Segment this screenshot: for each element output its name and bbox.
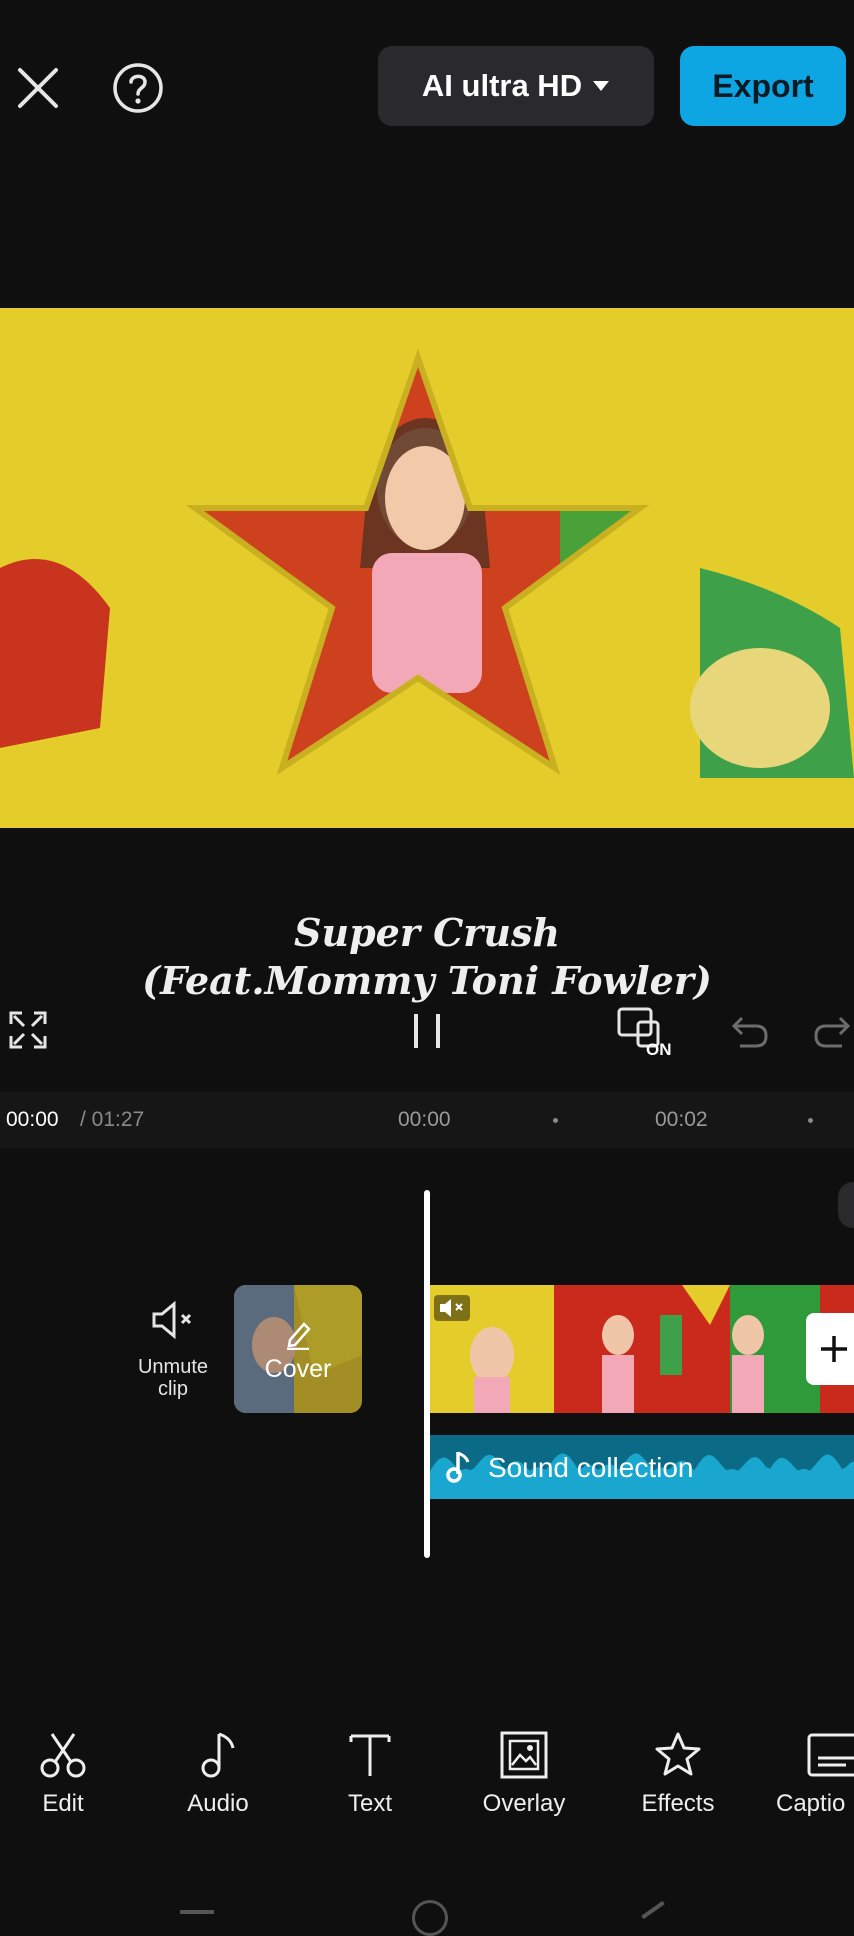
ruler-tick: 00:00 — [398, 1108, 451, 1131]
add-clip-button[interactable] — [806, 1313, 854, 1385]
star-effects-icon — [655, 1732, 701, 1776]
timeline-edge-handle[interactable] — [838, 1182, 854, 1228]
fullscreen-button[interactable] — [8, 1010, 54, 1056]
export-label: Export — [712, 67, 814, 104]
tool-overlay-label: Overlay — [482, 1790, 566, 1817]
preview-caption-subtitle: (Feat.Mommy Toni Fowler) — [142, 958, 712, 1003]
tool-captions-label: Captio — [776, 1790, 846, 1817]
current-time: 00:00 — [6, 1108, 59, 1131]
tool-audio[interactable]: Audio — [153, 1730, 283, 1818]
unmute-clip-label: Unmute clip — [128, 1356, 218, 1400]
help-icon — [113, 63, 163, 113]
tool-audio-label: Audio — [187, 1790, 249, 1817]
nav-back-icon[interactable] — [641, 1900, 665, 1920]
clip-frames — [430, 1285, 854, 1413]
preview-frame-image — [0, 308, 854, 828]
quality-label: AI ultra HD — [421, 68, 583, 103]
text-icon — [349, 1734, 391, 1776]
audio-track-label: Sound collection — [488, 1452, 694, 1483]
playhead[interactable] — [424, 1190, 430, 1558]
scissors-icon — [40, 1733, 86, 1778]
tool-text[interactable]: Text — [305, 1730, 435, 1818]
plus-icon — [821, 1336, 847, 1362]
tool-captions[interactable]: Captio — [766, 1730, 854, 1818]
undo-button[interactable] — [726, 1012, 770, 1052]
preview-on-toggle[interactable]: ON — [616, 1006, 676, 1062]
tool-text-label: Text — [347, 1790, 392, 1817]
unmute-label-line1: Unmute — [137, 1356, 209, 1378]
undo-icon — [731, 1016, 768, 1048]
cover-label: Cover — [264, 1355, 332, 1383]
export-button[interactable]: Export — [680, 46, 846, 126]
tool-edit[interactable]: Edit — [0, 1730, 128, 1818]
ruler-dot — [553, 1118, 558, 1123]
tool-effects[interactable]: Effects — [613, 1730, 743, 1818]
redo-button[interactable] — [812, 1012, 854, 1052]
system-nav-bar — [0, 1880, 854, 1936]
unmute-clip-button[interactable] — [150, 1300, 200, 1340]
video-preview[interactable] — [0, 308, 854, 828]
redo-icon — [814, 1016, 851, 1048]
tool-overlay[interactable]: Overlay — [459, 1730, 589, 1818]
caret-down-icon — [593, 81, 610, 91]
nav-recents-icon[interactable] — [180, 1910, 214, 1914]
tool-edit-label: Edit — [42, 1790, 84, 1817]
edit-cover-icon — [284, 1318, 312, 1351]
music-note-icon — [446, 1451, 470, 1483]
overlay-icon — [500, 1731, 548, 1779]
pause-button[interactable] — [408, 1010, 448, 1056]
ruler-dot — [808, 1118, 813, 1123]
quality-dropdown[interactable]: AI ultra HD — [378, 46, 654, 126]
close-button[interactable] — [8, 58, 68, 118]
unmute-label-line2: clip — [157, 1378, 188, 1400]
video-clip-track[interactable] — [430, 1285, 854, 1413]
captions-icon — [807, 1733, 854, 1777]
on-label: ON — [646, 1040, 672, 1059]
music-note-icon — [201, 1732, 235, 1778]
preview-caption-title: Super Crush — [294, 910, 560, 955]
close-icon — [18, 68, 58, 108]
total-duration: / 01:27 — [80, 1108, 145, 1131]
nav-home-icon[interactable] — [412, 1900, 448, 1936]
ruler-tick: 00:02 — [655, 1108, 708, 1131]
fullscreen-icon — [9, 1011, 47, 1049]
tool-effects-label: Effects — [641, 1790, 715, 1817]
mute-speaker-icon — [152, 1300, 192, 1340]
help-button[interactable] — [108, 58, 168, 118]
pause-icon — [414, 1014, 440, 1048]
